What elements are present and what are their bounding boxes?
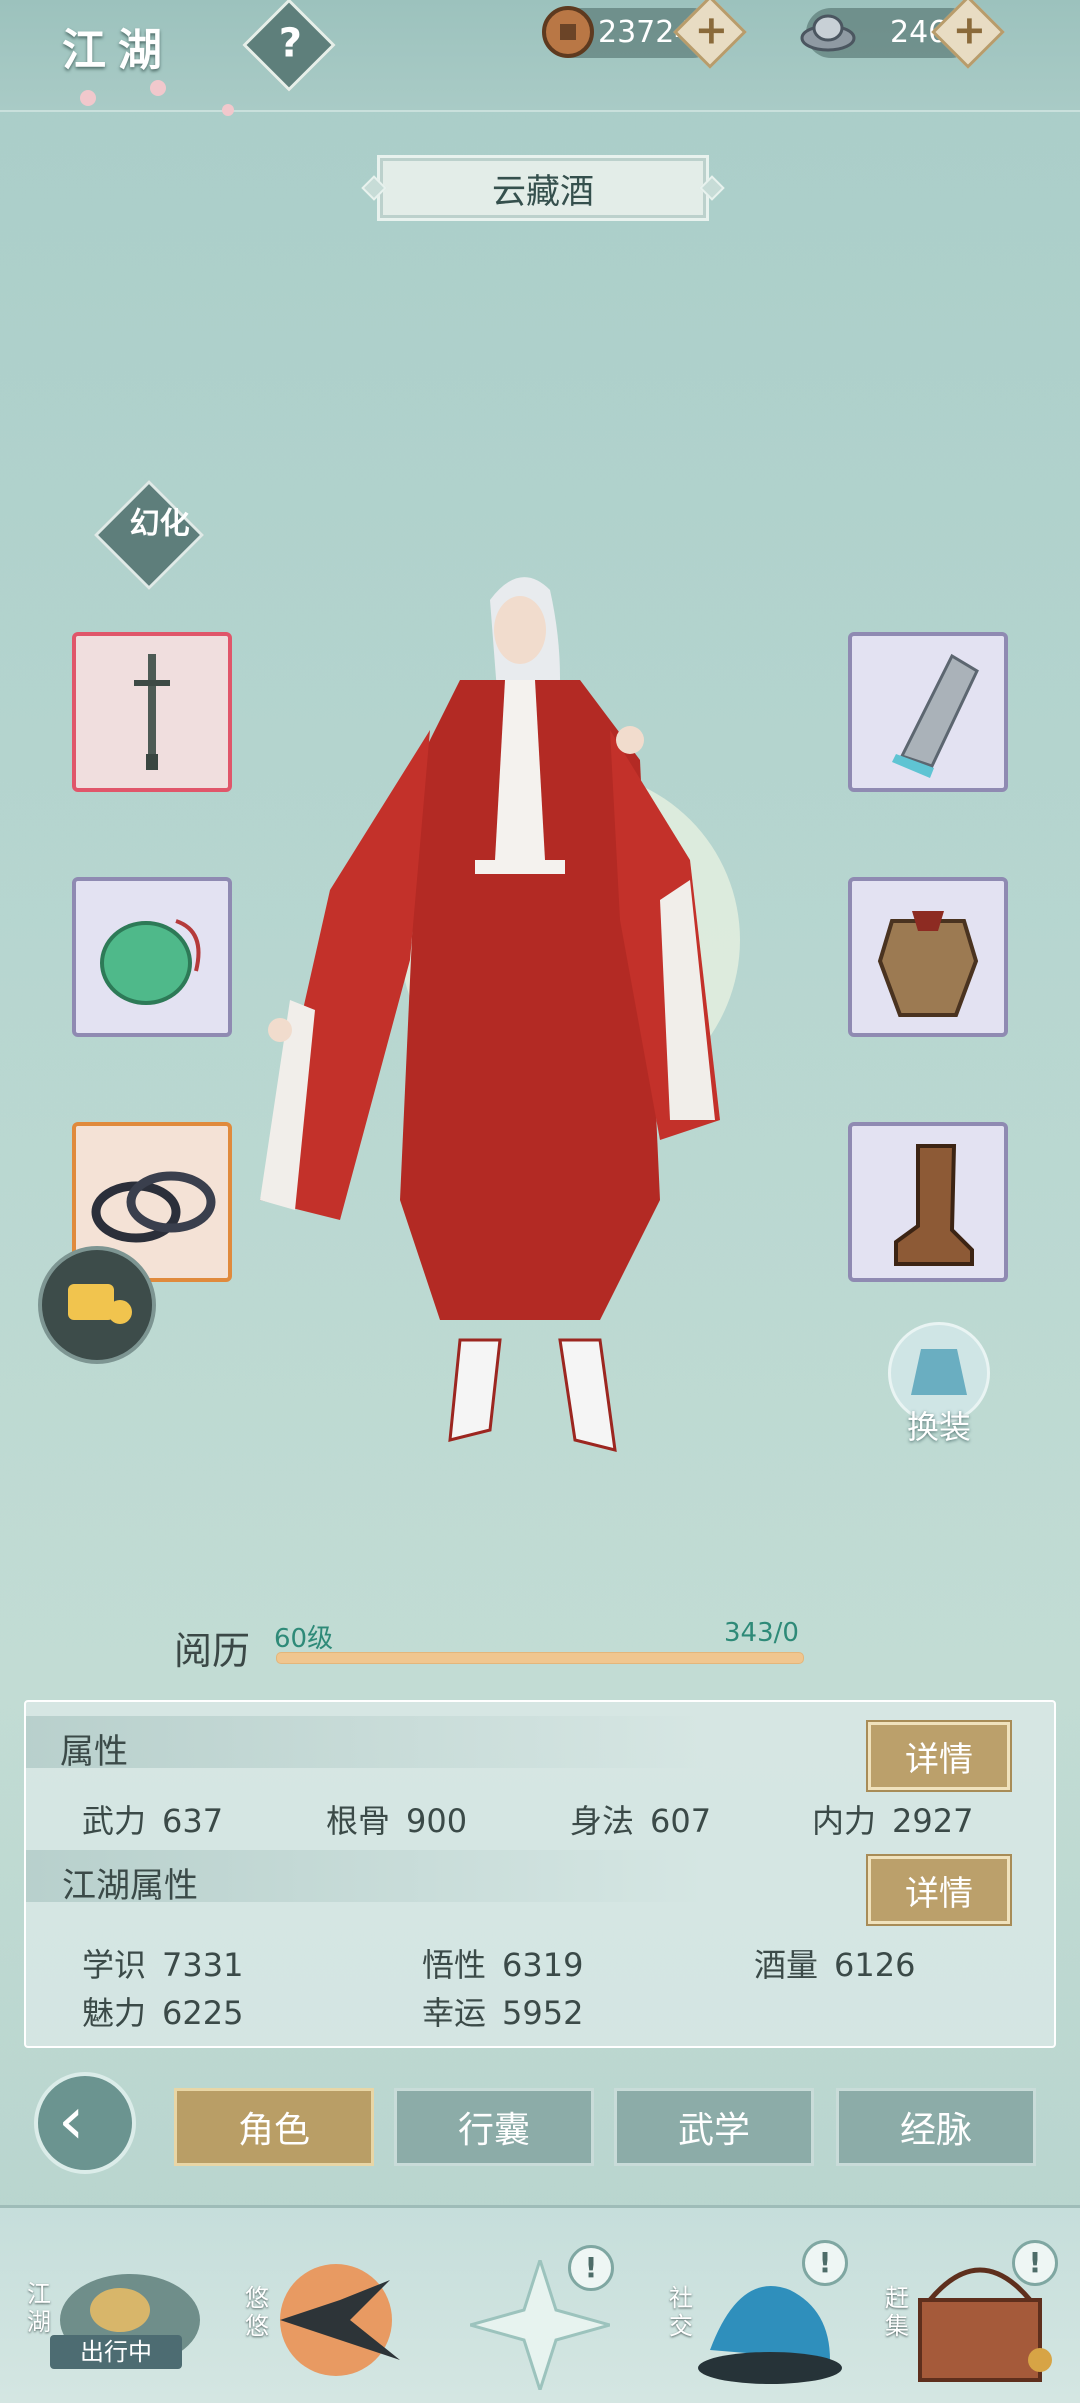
blossom-decoration [222,104,234,116]
help-icon: ? [278,20,303,67]
experience-label: 阅历 [174,1629,251,1673]
back-button[interactable]: ‹ [34,2072,136,2174]
jianghu-attributes-header: 江湖属性 [26,1850,706,1906]
tab-inventory[interactable]: 行囊 [394,2088,594,2166]
travel-status-tag: 出行中 [50,2335,182,2369]
stat-jiuliang: 酒量 6126 [754,1946,916,1984]
experience-bar [276,1652,804,1664]
nav-social-label: 社交 [669,2284,693,2340]
stat-neili: 内力 2927 [812,1802,974,1840]
attributes-header: 属性 [26,1716,706,1772]
blossom-decoration [150,80,166,96]
attribute-panel: 属性 详情 武力 637 根骨 900 身法 607 内力 2927 江湖属性 详情 学… [24,1700,1056,2048]
copper-coin-icon [540,4,596,60]
add-silver-button[interactable]: + [931,0,1005,69]
nav-market-label: 赶集 [885,2284,909,2340]
nav-market-alert-badge: ! [1012,2240,1058,2286]
equip-slot-boots[interactable] [848,1122,1008,1282]
tab-martial-arts[interactable]: 武学 [614,2088,814,2166]
equip-slot-bracer[interactable] [848,632,1008,792]
bracer-icon [892,653,979,778]
nav-social-alert-badge: ! [802,2240,848,2286]
transform-label: 幻化 [129,506,190,542]
copper-currency: 237242 + [542,0,747,69]
nav-jianghu-label: 江湖 [27,2280,51,2336]
top-bar: 江湖 ? 237242 + 246 + [0,0,1080,116]
back-arrow-icon: ‹ [58,2082,85,2159]
experience-level: 60级 [274,1624,334,1654]
character-figure [260,577,740,1452]
equip-slot-weapon[interactable] [72,632,232,792]
jianghu-attributes-title: 江湖属性 [62,1866,198,1906]
plus-icon: + [952,7,987,54]
add-copper-button[interactable]: + [673,0,747,69]
boots-icon [894,1144,974,1266]
transform-button[interactable]: 幻化 [93,479,205,591]
help-button[interactable]: ? [242,0,336,92]
plus-icon: + [694,7,729,54]
armor-icon [877,911,979,1017]
silver-ingot-icon [798,4,856,60]
jade-pendant-icon [100,919,201,1005]
stat-wuli: 武力 637 [82,1802,224,1840]
sword-icon [134,654,170,770]
jianghu-detail-button[interactable]: 详情 [868,1856,1010,1924]
blossom-decoration [80,90,96,106]
stat-shenfa: 身法 607 [570,1802,712,1840]
character-name-plate: 云藏酒 [380,158,706,218]
chat-button[interactable] [38,1246,156,1364]
attributes-title: 属性 [60,1732,128,1772]
equip-slot-pendant[interactable] [72,877,232,1037]
scene-title: 江湖 [62,25,174,76]
silver-currency: 246 + [800,0,1005,69]
stat-wuxing: 悟性 6319 [422,1946,584,1984]
experience-count: 343/0 [724,1618,799,1648]
stat-xueshi: 学识 7331 [82,1946,244,1984]
stat-gengu: 根骨 900 [326,1802,468,1840]
stat-meili: 魅力 6225 [82,1994,244,2032]
nav-youyou-label: 悠悠 [245,2284,269,2340]
attributes-detail-button[interactable]: 详情 [868,1722,1010,1790]
tab-meridians[interactable]: 经脉 [836,2088,1036,2166]
outfit-swap-label: 换装 [906,1408,971,1446]
tab-character[interactable]: 角色 [174,2088,374,2166]
chat-icon [68,1284,132,1324]
equip-slot-armor[interactable] [848,877,1008,1037]
character-name: 云藏酒 [492,171,594,212]
stat-xingyun: 幸运 5952 [422,1994,584,2032]
nav-center-alert-badge: ! [568,2245,614,2291]
